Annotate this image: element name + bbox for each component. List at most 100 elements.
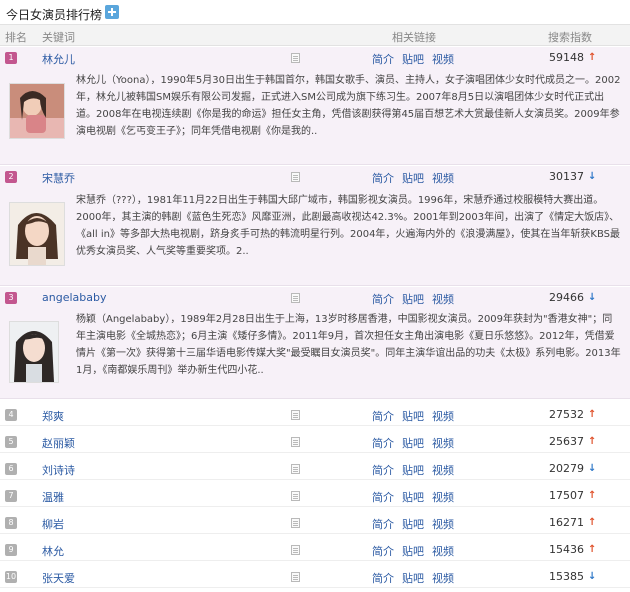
rank-badge: 5 (5, 436, 17, 448)
table-row[interactable]: 1 林允儿 简介 贴吧 视频 59148 ↑ (0, 47, 630, 69)
intro-link[interactable]: 简介 (372, 408, 394, 424)
search-index-value: 29466 (549, 291, 584, 304)
table-row[interactable]: 8 柳岩 简介 贴吧 视频 16271 ↑ (0, 512, 630, 534)
table-row[interactable]: 9 林允 简介 贴吧 视频 15436 ↑ (0, 539, 630, 561)
table-row[interactable]: 10 张天爱 简介 贴吧 视频 15385 ↓ (0, 566, 630, 588)
tieba-link[interactable]: 贴吧 (402, 570, 424, 586)
rank-badge: 1 (5, 52, 17, 64)
keyword-link[interactable]: 林允 (42, 543, 64, 559)
trend-down-icon: ↓ (588, 571, 597, 582)
trend-up-icon: ↑ (588, 490, 597, 501)
search-index-value: 15385 (549, 570, 584, 583)
tieba-link[interactable]: 贴吧 (402, 489, 424, 505)
keyword-link[interactable]: 刘诗诗 (42, 462, 75, 478)
table-row[interactable]: 2 宋慧乔 简介 贴吧 视频 30137 ↓ (0, 166, 630, 188)
tieba-link[interactable]: 贴吧 (402, 170, 424, 186)
document-icon[interactable] (291, 518, 300, 528)
video-link[interactable]: 视频 (432, 543, 454, 559)
trend-up-icon: ↑ (588, 409, 597, 420)
keyword-link[interactable]: 郑爽 (42, 408, 64, 424)
intro-link[interactable]: 简介 (372, 462, 394, 478)
search-index-value: 17507 (549, 489, 584, 502)
search-index-value: 16271 (549, 516, 584, 529)
video-link[interactable]: 视频 (432, 516, 454, 532)
row-detail-panel: 林允儿（Yoona），1990年5月30日出生于韩国首尔，韩国女歌手、演员、主持… (0, 69, 630, 165)
tieba-link[interactable]: 贴吧 (402, 543, 424, 559)
header-rank: 排名 (5, 31, 27, 44)
rank-badge: 9 (5, 544, 17, 556)
document-icon[interactable] (291, 437, 300, 447)
actress-photo[interactable] (9, 83, 65, 139)
keyword-link[interactable]: 温雅 (42, 489, 64, 505)
header-links: 相关链接 (392, 31, 436, 44)
intro-link[interactable]: 简介 (372, 516, 394, 532)
document-icon[interactable] (291, 464, 300, 474)
intro-link[interactable]: 简介 (372, 51, 394, 67)
keyword-link[interactable]: 张天爱 (42, 570, 75, 586)
rank-badge: 2 (5, 171, 17, 183)
search-index-value: 20279 (549, 462, 584, 475)
trend-down-icon: ↓ (588, 292, 597, 303)
header-keyword: 关键词 (42, 31, 75, 44)
search-index-value: 27532 (549, 408, 584, 421)
video-link[interactable]: 视频 (432, 462, 454, 478)
video-link[interactable]: 视频 (432, 570, 454, 586)
video-link[interactable]: 视频 (432, 291, 454, 307)
search-index-value: 59148 (549, 51, 584, 64)
document-icon[interactable] (291, 172, 300, 182)
trend-up-icon: ↑ (588, 52, 597, 63)
rank-badge: 8 (5, 517, 17, 529)
keyword-link[interactable]: angelababy (42, 291, 106, 304)
rank-badge: 3 (5, 292, 17, 304)
tieba-link[interactable]: 贴吧 (402, 51, 424, 67)
plus-icon[interactable] (105, 5, 119, 19)
trend-up-icon: ↑ (588, 517, 597, 528)
keyword-link[interactable]: 宋慧乔 (42, 170, 75, 186)
intro-link[interactable]: 简介 (372, 570, 394, 586)
intro-link[interactable]: 简介 (372, 489, 394, 505)
search-index-value: 25637 (549, 435, 584, 448)
rank-badge: 4 (5, 409, 17, 421)
document-icon[interactable] (291, 572, 300, 582)
video-link[interactable]: 视频 (432, 51, 454, 67)
document-icon[interactable] (291, 545, 300, 555)
video-link[interactable]: 视频 (432, 408, 454, 424)
document-icon[interactable] (291, 410, 300, 420)
row-detail-panel: 宋慧乔（???），1981年11月22日出生于韩国大邱广域市，韩国影视女演员。1… (0, 188, 630, 286)
intro-link[interactable]: 简介 (372, 170, 394, 186)
trend-down-icon: ↓ (588, 463, 597, 474)
keyword-link[interactable]: 柳岩 (42, 516, 64, 532)
row-detail-panel: 杨颖（Angelababy），1989年2月28日出生于上海，13岁时移居香港，… (0, 309, 630, 399)
intro-link[interactable]: 简介 (372, 543, 394, 559)
table-row[interactable]: 4 郑爽 简介 贴吧 视频 27532 ↑ (0, 404, 630, 426)
tieba-link[interactable]: 贴吧 (402, 291, 424, 307)
trend-up-icon: ↑ (588, 544, 597, 555)
actress-description: 宋慧乔（???），1981年11月22日出生于韩国大邱广域市，韩国影视女演员。1… (76, 195, 621, 257)
intro-link[interactable]: 简介 (372, 291, 394, 307)
rank-badge: 10 (5, 571, 17, 583)
tieba-link[interactable]: 贴吧 (402, 462, 424, 478)
page-title: 今日女演员排行榜 (6, 8, 103, 22)
keyword-link[interactable]: 赵丽颖 (42, 435, 75, 451)
intro-link[interactable]: 简介 (372, 435, 394, 451)
actress-photo[interactable] (9, 202, 65, 266)
table-row[interactable]: 6 刘诗诗 简介 贴吧 视频 20279 ↓ (0, 458, 630, 480)
table-row[interactable]: 5 赵丽颖 简介 贴吧 视频 25637 ↑ (0, 431, 630, 453)
rank-badge: 7 (5, 490, 17, 502)
document-icon[interactable] (291, 53, 300, 63)
tieba-link[interactable]: 贴吧 (402, 516, 424, 532)
trend-up-icon: ↑ (588, 436, 597, 447)
search-index-value: 30137 (549, 170, 584, 183)
document-icon[interactable] (291, 293, 300, 303)
document-icon[interactable] (291, 491, 300, 501)
actress-photo[interactable] (9, 321, 59, 383)
actress-description: 林允儿（Yoona），1990年5月30日出生于韩国首尔，韩国女歌手、演员、主持… (76, 75, 621, 137)
video-link[interactable]: 视频 (432, 170, 454, 186)
video-link[interactable]: 视频 (432, 435, 454, 451)
table-row[interactable]: 7 温雅 简介 贴吧 视频 17507 ↑ (0, 485, 630, 507)
table-row[interactable]: 3 angelababy 简介 贴吧 视频 29466 ↓ (0, 287, 630, 309)
tieba-link[interactable]: 贴吧 (402, 408, 424, 424)
tieba-link[interactable]: 贴吧 (402, 435, 424, 451)
video-link[interactable]: 视频 (432, 489, 454, 505)
keyword-link[interactable]: 林允儿 (42, 51, 75, 67)
